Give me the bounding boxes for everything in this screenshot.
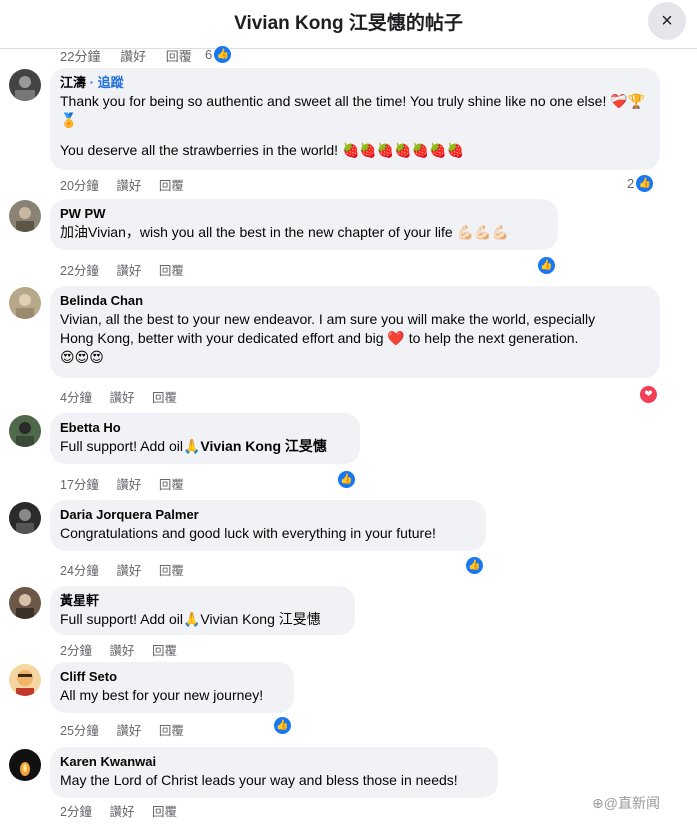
- like-action[interactable]: 讚好: [116, 564, 141, 578]
- avatar[interactable]: [9, 415, 41, 447]
- comment-time: 22分鐘: [60, 49, 101, 64]
- comment-time: 22分鐘: [60, 264, 99, 278]
- reaction-summary[interactable]: ❤: [639, 385, 658, 404]
- comment-bubble: 黃星軒 Full support! Add oil🙏Vivian Kong 江旻…: [50, 586, 355, 635]
- follow-link[interactable]: · 追蹤: [90, 75, 124, 90]
- comment-text: You deserve all the strawberries in the …: [60, 142, 464, 158]
- comment-time: 24分鐘: [60, 564, 99, 578]
- comment-time: 4分鐘: [60, 391, 92, 405]
- comment-author[interactable]: 黃星軒: [60, 592, 345, 610]
- comment-bubble: Karen Kwanwai May the Lord of Christ lea…: [50, 747, 498, 798]
- comment-text: 加油Vivian，wish you all the best in the ne…: [60, 224, 509, 240]
- comment-time: 2分鐘: [60, 805, 92, 819]
- reply-action[interactable]: 回覆: [166, 49, 192, 64]
- reaction-summary[interactable]: 👍: [537, 256, 556, 275]
- comment-time: 25分鐘: [60, 724, 99, 738]
- comment-author[interactable]: PW PW: [60, 205, 548, 223]
- like-icon: 👍: [337, 470, 356, 489]
- comment-author[interactable]: Daria Jorquera Palmer: [60, 506, 476, 524]
- dialog-header: Vivian Kong 江旻憓的帖子 ×: [0, 0, 697, 49]
- like-icon: 👍: [273, 716, 292, 735]
- avatar[interactable]: [9, 587, 41, 619]
- comment-text: 😍😍😍: [60, 349, 104, 365]
- comment-text: Congratulations and good luck with every…: [60, 525, 436, 541]
- comment-meta: 20分鐘 讚好 回覆: [60, 175, 198, 194]
- like-action[interactable]: 讚好: [116, 478, 141, 492]
- reply-action[interactable]: 回覆: [159, 478, 184, 492]
- like-icon: 👍: [465, 556, 484, 575]
- comment-text-part: Full support! Add oil🙏: [60, 438, 201, 454]
- comment-author[interactable]: Karen Kwanwai: [60, 753, 488, 771]
- avatar[interactable]: [9, 749, 41, 781]
- watermark: ⊕@直新闻: [592, 795, 660, 811]
- comment-time: 20分鐘: [60, 179, 99, 193]
- comment-time: 17分鐘: [60, 478, 99, 492]
- comment-text: Hong Kong, better with your dedicated ef…: [60, 330, 579, 346]
- comment-meta: 2分鐘 讚好 回覆: [60, 801, 191, 820]
- like-action[interactable]: 讚好: [109, 644, 134, 658]
- comment-text: Full support! Add oil🙏Vivian Kong 江旻憓: [60, 611, 321, 627]
- avatar[interactable]: [9, 69, 41, 101]
- comment-time: 2分鐘: [60, 644, 92, 658]
- reply-action[interactable]: 回覆: [159, 264, 184, 278]
- reply-action[interactable]: 回覆: [159, 564, 184, 578]
- avatar[interactable]: [9, 502, 41, 534]
- reply-action[interactable]: 回覆: [159, 724, 184, 738]
- like-action[interactable]: 讚好: [120, 49, 146, 64]
- mention-link[interactable]: Vivian Kong 江旻憓: [200, 438, 327, 454]
- comment-bubble: 江濤 · 追蹤 Thank you for being so authentic…: [50, 68, 660, 170]
- close-icon[interactable]: ×: [648, 2, 686, 40]
- comment-meta: 25分鐘 讚好 回覆: [60, 720, 198, 739]
- reaction-count: 6: [205, 47, 213, 62]
- reply-action[interactable]: 回覆: [159, 179, 184, 193]
- comment-author[interactable]: Belinda Chan: [60, 292, 650, 310]
- comment-author[interactable]: Cliff Seto: [60, 668, 284, 686]
- like-action[interactable]: 讚好: [109, 391, 134, 405]
- like-action[interactable]: 讚好: [116, 264, 141, 278]
- like-action[interactable]: 讚好: [116, 179, 141, 193]
- comment-bubble: Ebetta Ho Full support! Add oil🙏Vivian K…: [50, 413, 360, 464]
- comment-meta: 2分鐘 讚好 回覆: [60, 640, 191, 659]
- heart-icon: ❤: [639, 385, 658, 404]
- like-action[interactable]: 讚好: [116, 724, 141, 738]
- comment-meta-prev: 22分鐘 讚好 回覆: [60, 46, 208, 65]
- comment-text: May the Lord of Christ leads your way an…: [60, 772, 458, 788]
- comment-text: Full support! Add oil🙏Vivian Kong 江旻憓: [60, 437, 350, 456]
- comment-text: Thank you for being so authentic and swe…: [60, 93, 646, 128]
- comment-bubble: Daria Jorquera Palmer Congratulations an…: [50, 500, 486, 551]
- reply-action[interactable]: 回覆: [152, 391, 177, 405]
- comment-text: Vivian, all the best to your new endeavo…: [60, 311, 596, 327]
- reply-action[interactable]: 回覆: [152, 644, 177, 658]
- reaction-summary[interactable]: 6 👍: [205, 45, 233, 64]
- comment-bubble: PW PW 加油Vivian，wish you all the best in …: [50, 199, 558, 250]
- reaction-summary[interactable]: 👍: [273, 716, 292, 735]
- comment-author[interactable]: Ebetta Ho: [60, 419, 350, 437]
- comment-meta: 24分鐘 讚好 回覆: [60, 560, 198, 579]
- reaction-summary[interactable]: 👍: [337, 470, 356, 489]
- comment-meta: 17分鐘 讚好 回覆: [60, 474, 198, 493]
- comment-bubble: Belinda Chan Vivian, all the best to you…: [50, 286, 660, 378]
- comment-meta: 22分鐘 讚好 回覆: [60, 260, 198, 279]
- comment-bubble: Cliff Seto All my best for your new jour…: [50, 662, 294, 713]
- avatar[interactable]: [9, 200, 41, 232]
- like-action[interactable]: 讚好: [109, 805, 134, 819]
- avatar[interactable]: [9, 664, 41, 696]
- author-name[interactable]: 江濤: [60, 75, 86, 90]
- comment-author[interactable]: 江濤 · 追蹤: [60, 74, 650, 92]
- reaction-summary[interactable]: 👍: [465, 556, 484, 575]
- like-icon: 👍: [635, 174, 655, 193]
- reaction-count: 2: [627, 176, 635, 191]
- dialog-title: Vivian Kong 江旻憓的帖子: [234, 13, 463, 34]
- avatar[interactable]: [9, 287, 41, 319]
- comment-text: All my best for your new journey!: [60, 687, 264, 703]
- like-icon: 👍: [537, 256, 556, 275]
- reaction-summary[interactable]: 2 👍: [627, 174, 655, 193]
- reply-action[interactable]: 回覆: [152, 805, 177, 819]
- like-icon: 👍: [213, 45, 233, 64]
- comment-meta: 4分鐘 讚好 回覆: [60, 387, 191, 406]
